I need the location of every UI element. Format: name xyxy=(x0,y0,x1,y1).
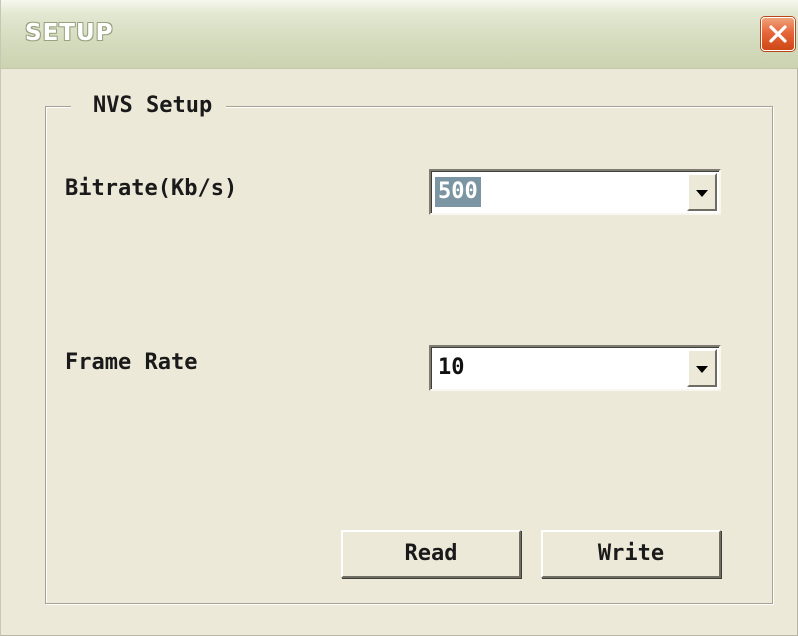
group-title: NVS Setup xyxy=(71,92,227,120)
read-button[interactable]: Read xyxy=(341,530,521,578)
bitrate-value: 500 xyxy=(435,177,481,207)
chevron-down-icon xyxy=(696,190,708,197)
bitrate-dropdown-button[interactable] xyxy=(687,173,717,211)
setup-dialog: SETUP NVS Setup Bitrate(Kb/s) 500 Frame … xyxy=(0,0,798,636)
frame-rate-select[interactable]: 10 xyxy=(429,345,721,391)
write-button[interactable]: Write xyxy=(541,530,721,578)
close-button[interactable] xyxy=(761,17,795,51)
bitrate-label: Bitrate(Kb/s) xyxy=(65,176,238,201)
bitrate-select[interactable]: 500 xyxy=(429,169,721,215)
close-icon xyxy=(769,25,787,43)
frame-rate-dropdown-button[interactable] xyxy=(687,349,717,387)
window-title: SETUP xyxy=(25,20,114,46)
chevron-down-icon xyxy=(696,366,708,373)
title-bar[interactable]: SETUP xyxy=(1,0,798,69)
frame-rate-value: 10 xyxy=(438,355,465,380)
frame-rate-label: Frame Rate xyxy=(65,350,198,375)
